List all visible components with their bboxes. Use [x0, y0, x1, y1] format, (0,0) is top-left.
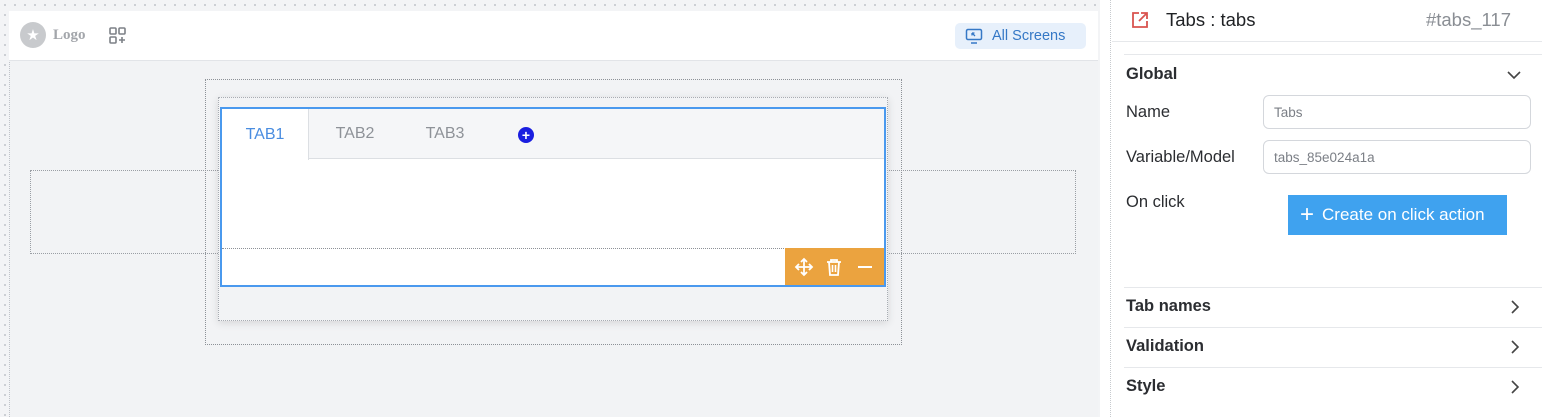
tab-strip: TAB1 TAB2 TAB3 +	[222, 109, 884, 160]
name-input[interactable]	[1263, 95, 1531, 129]
trash-icon[interactable]	[821, 254, 847, 280]
tab-3[interactable]: TAB3	[400, 109, 490, 159]
add-widget-icon[interactable]	[108, 26, 128, 46]
name-label: Name	[1126, 103, 1171, 121]
panel-header: Tabs : tabs #tabs_117	[1112, 0, 1542, 42]
properties-panel: Tabs : tabs #tabs_117 Global Name Variab…	[1112, 0, 1542, 417]
variable-input[interactable]	[1263, 140, 1531, 174]
component-toolbar	[785, 248, 884, 285]
section-validation[interactable]: Validation	[1126, 337, 1204, 356]
divider	[1124, 287, 1542, 288]
logo: ★ Logo	[20, 22, 86, 48]
section-global[interactable]: Global	[1126, 65, 1177, 84]
component-id: #tabs_117	[1425, 9, 1511, 30]
variable-label: Variable/Model	[1126, 148, 1235, 166]
create-onclick-action-button[interactable]: + Create on click action	[1288, 195, 1507, 235]
chevron-right-icon[interactable]	[1508, 299, 1522, 315]
create-action-label: Create on click action	[1322, 205, 1485, 224]
chevron-down-icon[interactable]	[1506, 68, 1522, 82]
all-screens-button[interactable]: All Screens	[955, 23, 1086, 49]
tab-2[interactable]: TAB2	[310, 109, 400, 159]
minus-icon[interactable]	[852, 254, 878, 280]
panel-title: Tabs : tabs	[1166, 9, 1256, 30]
move-icon[interactable]	[791, 254, 817, 280]
section-style[interactable]: Style	[1126, 377, 1165, 396]
add-tab-icon[interactable]: +	[518, 127, 534, 143]
divider	[1124, 54, 1542, 55]
plus-icon: +	[1300, 201, 1315, 228]
app-header: ★ Logo All Screens	[9, 11, 1098, 61]
divider	[1124, 367, 1542, 368]
chevron-right-icon[interactable]	[1508, 379, 1522, 395]
star-icon: ★	[20, 22, 46, 48]
monitor-icon	[965, 28, 983, 44]
tab-1[interactable]: TAB1	[222, 109, 309, 160]
onclick-label: On click	[1126, 193, 1185, 211]
divider	[1124, 327, 1542, 328]
chevron-right-icon[interactable]	[1508, 339, 1522, 355]
logo-text: Logo	[53, 26, 86, 43]
all-screens-label: All Screens	[992, 28, 1066, 44]
tabs-component[interactable]: TAB1 TAB2 TAB3 +	[220, 107, 886, 287]
section-tab-names[interactable]: Tab names	[1126, 297, 1211, 316]
external-link-icon[interactable]	[1130, 10, 1150, 30]
